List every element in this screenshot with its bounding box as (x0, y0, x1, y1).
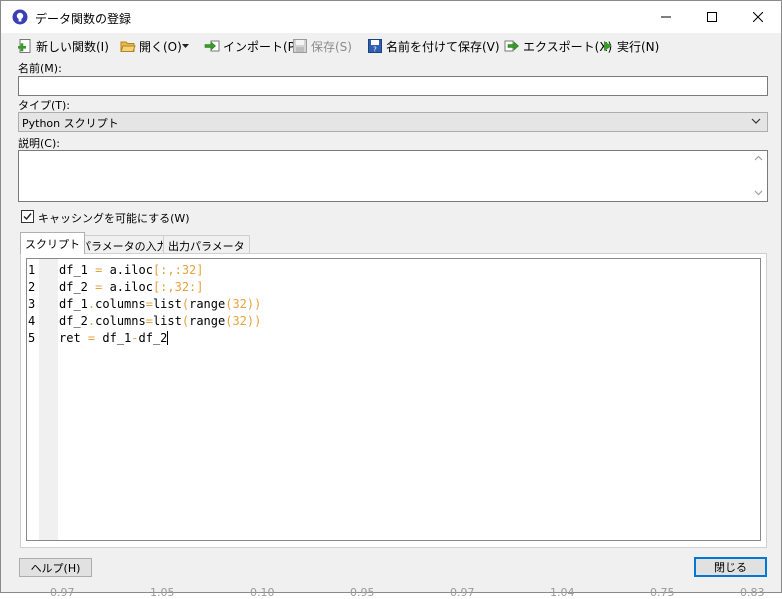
scroll-up-icon[interactable] (754, 155, 763, 161)
code-line: 4 df_2.columns=list(range(32)) (27, 314, 760, 331)
name-input[interactable] (18, 76, 768, 96)
code-line: 5 ret = df_1-df_2 (27, 331, 760, 348)
help-button[interactable]: ヘルプ(H) (19, 558, 92, 577)
code-line: 1 df_1 = a.iloc[:,:32] (27, 263, 760, 280)
type-select[interactable]: Python スクリプト (18, 112, 768, 132)
open-label: 開く(O) (139, 39, 182, 54)
lightbulb-icon (12, 9, 28, 25)
line-number: 4 (28, 314, 36, 328)
import-label: インポート(P) (223, 39, 300, 54)
dropdown-arrow-icon (182, 43, 189, 48)
close-window-button[interactable] (735, 1, 781, 33)
tab-output-parameters[interactable]: 出力パラメータ (163, 235, 250, 253)
script-editor[interactable]: 1 df_1 = a.iloc[:,:32] 2 df_2 = a.iloc[:… (26, 258, 761, 541)
save-as-icon: ? (368, 39, 382, 54)
code-text: df_2.columns=list(range(32)) (59, 314, 262, 328)
svg-text:?: ? (373, 46, 377, 54)
save-button[interactable]: 保存(S) (292, 37, 352, 55)
export-label: エクスポート(X) (523, 39, 613, 54)
play-icon (604, 41, 612, 51)
import-arrow-icon (204, 40, 220, 52)
code-line: 2 df_2 = a.iloc[:,32:] (27, 280, 760, 297)
line-number: 5 (28, 331, 36, 345)
open-folder-icon (120, 41, 136, 52)
checkmark-icon (23, 213, 32, 221)
save-disk-icon (293, 39, 307, 53)
caching-label: キャッシングを可能にする(W) (38, 212, 190, 225)
description-label: 説明(C): (18, 137, 60, 150)
window-title: データ関数の登録 (35, 12, 132, 26)
minimize-button[interactable] (643, 1, 689, 33)
line-number: 3 (28, 297, 36, 311)
caching-checkbox[interactable] (21, 210, 34, 223)
save-as-label: 名前を付けて保存(V) (386, 39, 500, 54)
dialog-window: データ関数の登録 新しい関数(I) 開く(O) インポート(P) 保存(S) ?… (0, 0, 782, 593)
text-caret (167, 331, 169, 345)
line-number: 2 (28, 280, 36, 294)
export-arrow-icon (504, 40, 519, 52)
save-as-button[interactable]: ? 名前を付けて保存(V) (367, 37, 500, 55)
code-text: df_2 = a.iloc[:,32:] (59, 280, 204, 294)
close-icon (753, 12, 763, 22)
title-bar: データ関数の登録 (1, 1, 781, 33)
code-text: ret = df_1-df_2 (59, 331, 169, 345)
export-button[interactable]: エクスポート(X) (504, 37, 612, 55)
description-textarea[interactable] (18, 150, 768, 202)
code-text: df_1.columns=list(range(32)) (59, 297, 262, 311)
open-button[interactable]: 開く(O) (120, 37, 182, 55)
name-label: 名前(M): (18, 62, 62, 75)
save-label: 保存(S) (311, 39, 352, 54)
tab-input-parameters[interactable]: パラメータの入力 (75, 235, 173, 253)
description-scrollbar[interactable] (750, 151, 767, 201)
maximize-icon (707, 12, 717, 22)
new-function-label: 新しい関数(I) (36, 39, 109, 54)
type-label: タイプ(T): (18, 99, 71, 112)
type-select-value: Python スクリプト (22, 117, 119, 130)
new-function-button[interactable]: 新しい関数(I) (17, 37, 109, 55)
chevron-down-icon (751, 118, 761, 124)
close-button[interactable]: 閉じる (694, 557, 767, 577)
run-label: 実行(N) (617, 39, 660, 54)
import-button[interactable]: インポート(P) (204, 37, 300, 55)
run-button[interactable]: 実行(N) (602, 37, 659, 55)
code-line: 3 df_1.columns=list(range(32)) (27, 297, 760, 314)
new-document-icon (18, 39, 31, 53)
toolbar: 新しい関数(I) 開く(O) インポート(P) 保存(S) ? 名前を付けて保存… (1, 35, 781, 57)
minimize-icon (661, 16, 671, 18)
tab-script[interactable]: スクリプト (20, 232, 85, 254)
open-dropdown-button[interactable] (182, 37, 189, 55)
maximize-button[interactable] (689, 1, 735, 33)
line-number: 1 (28, 263, 36, 277)
scroll-down-icon[interactable] (754, 190, 763, 196)
code-text: df_1 = a.iloc[:,:32] (59, 263, 204, 277)
